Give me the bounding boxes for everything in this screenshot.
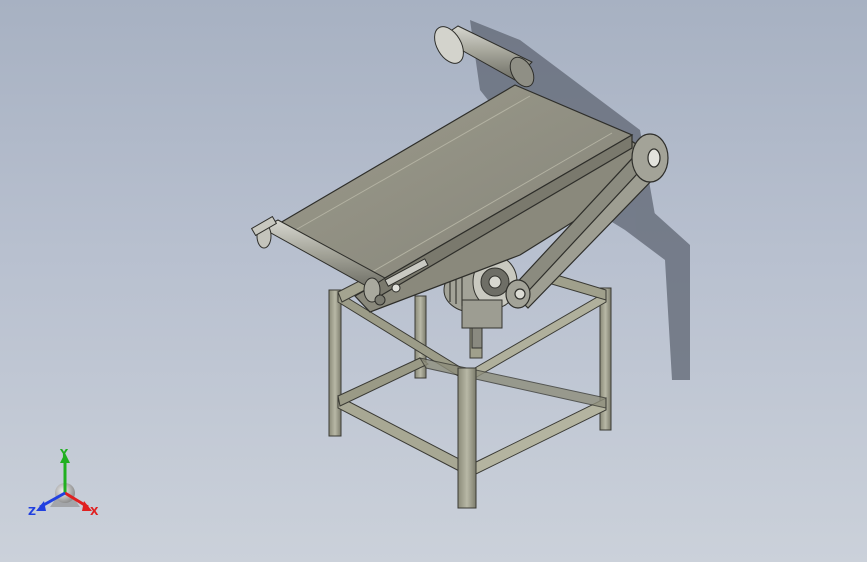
conveyor-body [266, 84, 649, 313]
x-axis-label: X [90, 505, 99, 518]
z-axis-label: Z [28, 505, 36, 518]
y-axis-label: Y [59, 447, 69, 460]
graphics-viewport[interactable]: Y X Z [0, 0, 867, 562]
conveyor-model[interactable] [0, 0, 867, 562]
view-orientation-triad[interactable]: Y X Z [22, 445, 112, 530]
z-axis-head-icon [36, 501, 46, 511]
